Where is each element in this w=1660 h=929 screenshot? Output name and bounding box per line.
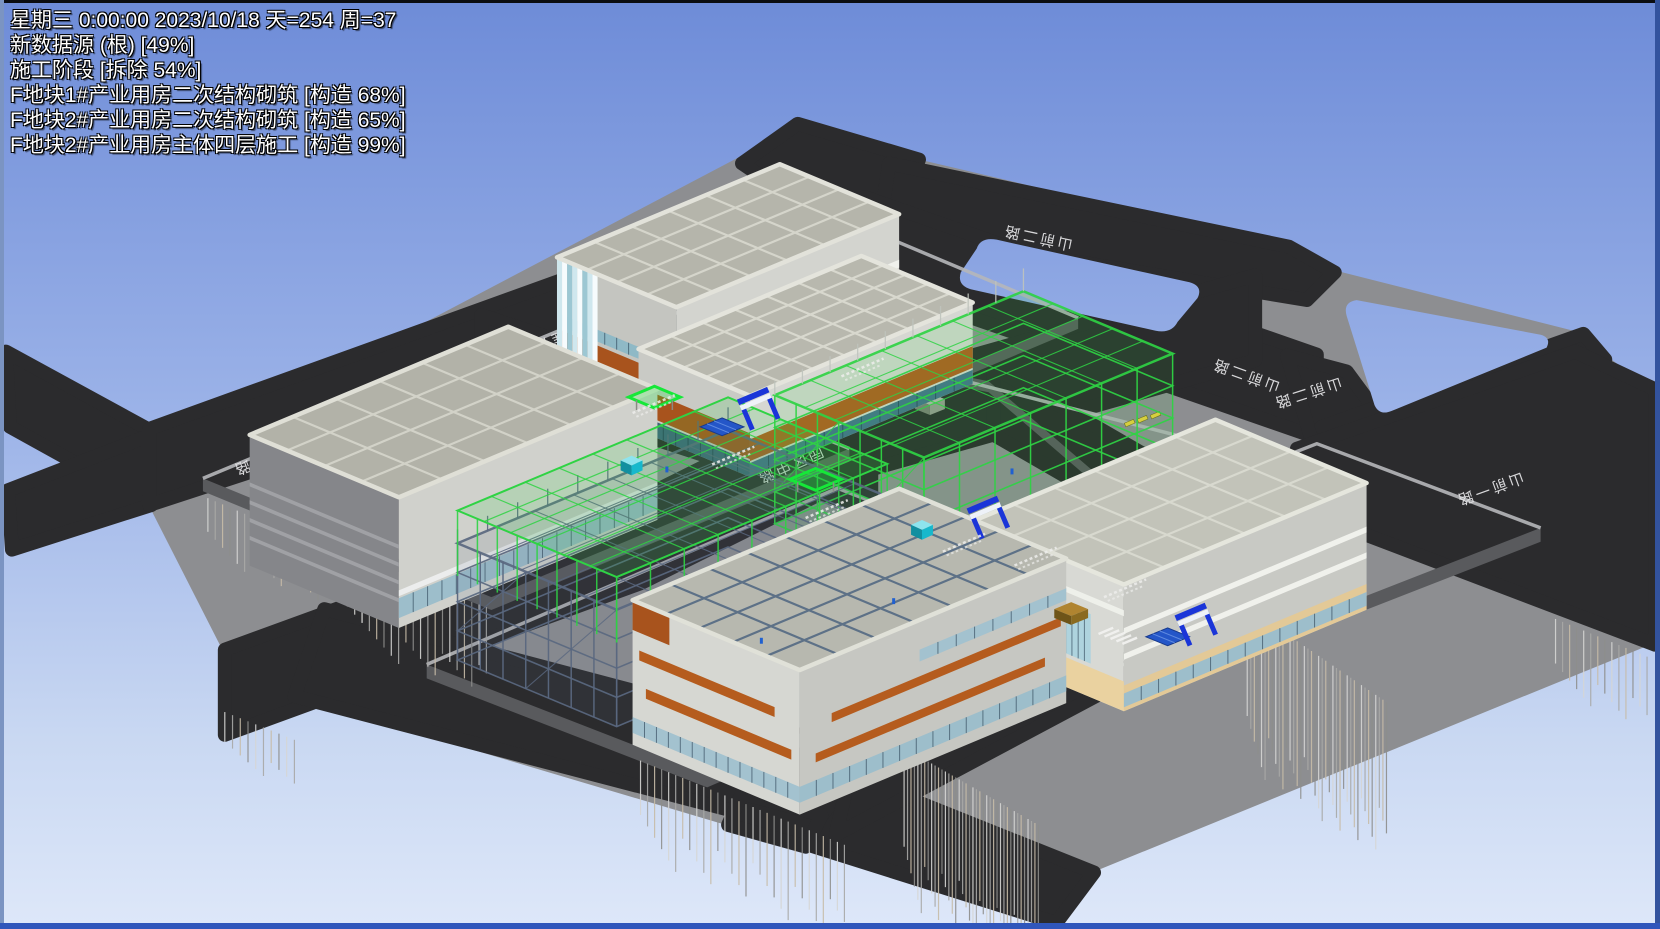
worker (665, 466, 668, 472)
task-f2-secondary-structure: F地块2#产业用房二次结构砌筑 [构造 65%] (10, 108, 406, 133)
worker (1011, 468, 1014, 474)
data-source-progress: 新数据源 (根) [49%] (10, 33, 406, 58)
window-border-right (1655, 0, 1660, 929)
window-border-bottom (0, 923, 1660, 929)
simulation-hud: 星期三 0:00:00 2023/10/18 天=254 周=37 新数据源 (… (10, 8, 406, 158)
task-f2-main-floor4: F地块2#产业用房主体四层施工 [构造 99%] (10, 133, 406, 158)
task-f1-secondary-structure: F地块1#产业用房二次结构砌筑 [构造 68%] (10, 83, 406, 108)
worker (892, 598, 895, 604)
window-border-top (0, 0, 1660, 3)
phase-demolition-progress: 施工阶段 [拆除 54%] (10, 58, 406, 83)
window-border-left (0, 0, 4, 929)
worker (760, 638, 763, 644)
sim-datetime: 星期三 0:00:00 2023/10/18 天=254 周=37 (10, 8, 406, 33)
